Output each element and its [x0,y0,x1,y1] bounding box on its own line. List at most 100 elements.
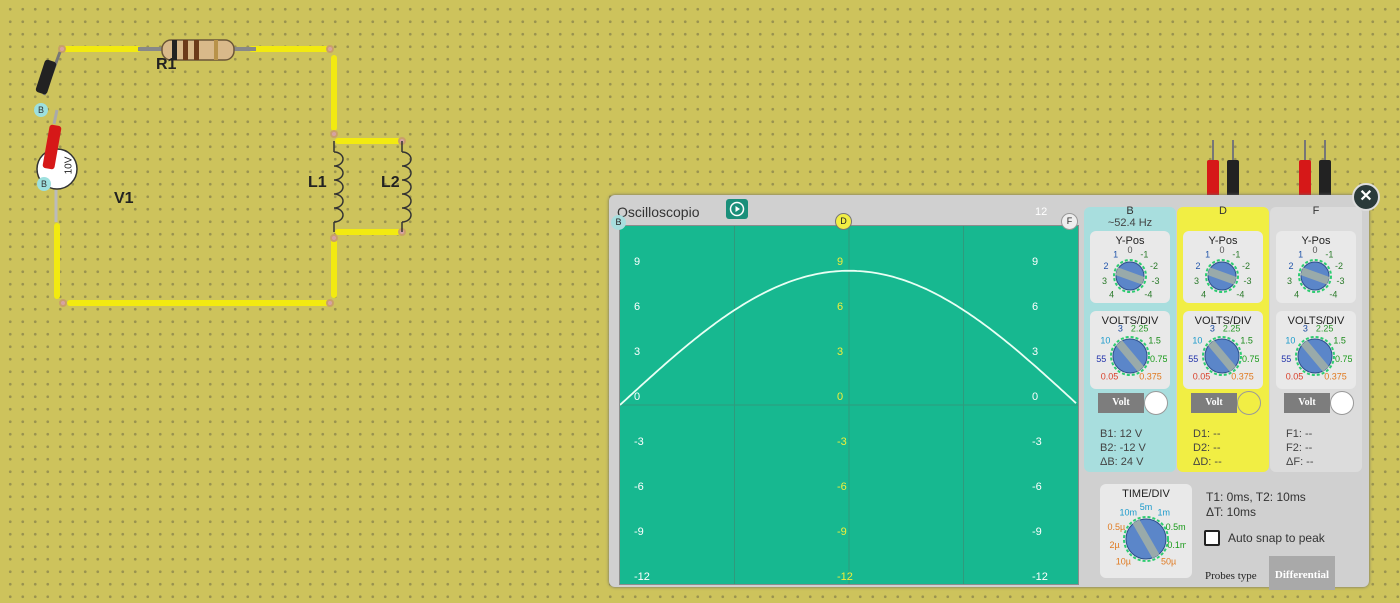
d1-value: D1: -- [1193,428,1221,440]
waveform-trace [620,269,1077,406]
svg-text:55: 55 [1188,354,1198,364]
probes-type-label: Probes type [1205,570,1257,582]
svg-text:-3: -3 [1336,276,1344,286]
svg-text:2.25: 2.25 [1316,324,1334,334]
y-tick-label: 0 [634,391,641,403]
scope-grid [620,226,1078,584]
f1-value: F1: -- [1286,428,1313,440]
y-tick-label: 9 [634,256,641,268]
svg-text:0.75: 0.75 [1150,354,1167,364]
y-tick-label: -9 [1032,526,1042,538]
y-tick-label: 3 [837,346,844,358]
scope-screen[interactable]: 9 9 9 6 6 6 3 3 3 0 0 0 -3 -3 -3 -6 -6 -6 -9 -9 -9 -12 -12 -12 [619,225,1079,585]
vdiv-knob-b[interactable]: 0.05 55 10 3 2.25 1.5 0.75 0.375 [1093,319,1167,398]
marker-d[interactable]: D [835,213,852,230]
delta-d-value: ΔD: -- [1193,456,1222,468]
delta-b-value: ΔB: 24 V [1100,456,1144,468]
auto-snap-checkbox[interactable] [1204,530,1220,546]
y-tick-label: 9 [1032,256,1039,268]
ypos-knob-f[interactable]: 4 3 2 1 0 -1 -2 -3 -4 [1281,242,1349,315]
svg-text:3: 3 [1303,324,1308,334]
svg-text:3: 3 [1194,276,1199,286]
channel-b-measurements: B1: 12 V B2: -12 V ΔB: 24 V [1100,427,1146,469]
time-div-knob[interactable]: 10µ 2µ 0.5µ 10m 5m 1m 0.5m 0.1m 50µ [1106,499,1188,584]
svg-text:0.75: 0.75 [1242,354,1259,364]
svg-text:-4: -4 [1236,289,1244,299]
svg-text:2: 2 [1288,261,1293,271]
auto-snap-option[interactable]: Auto snap to peak [1204,530,1325,546]
y-tick-label: -9 [837,526,847,538]
y-tick-label: -3 [634,436,644,448]
svg-text:0.5µ: 0.5µ [1108,522,1126,532]
f2-value: F2: -- [1286,442,1313,454]
svg-text:0.75: 0.75 [1335,354,1352,364]
svg-text:2: 2 [1103,261,1108,271]
marker-f[interactable]: F [1061,213,1078,230]
channel-d-measurements: D1: -- D2: -- ΔD: -- [1193,427,1222,469]
svg-text:3: 3 [1102,276,1107,286]
y-tick-label: -6 [837,481,847,493]
run-button[interactable] [726,199,748,219]
inductor-l1-label: L1 [308,174,327,191]
probe-b-marker-bottom[interactable]: B [37,177,51,191]
y-tick-label: -3 [837,436,847,448]
svg-text:10m: 10m [1119,507,1137,517]
svg-text:-1: -1 [1232,249,1240,259]
y-tick-label: -9 [634,526,644,538]
y-tick-label: -6 [1032,481,1042,493]
svg-text:-4: -4 [1144,289,1152,299]
svg-text:4: 4 [1294,289,1299,299]
svg-text:-2: -2 [1242,261,1250,271]
svg-text:4: 4 [1201,289,1206,299]
svg-text:0.1m: 0.1m [1167,540,1186,550]
svg-text:2.25: 2.25 [1223,324,1241,334]
svg-text:1: 1 [1205,249,1210,259]
svg-text:-1: -1 [1140,249,1148,259]
y-tick-label: 6 [634,301,641,313]
delta-f-value: ΔF: -- [1286,456,1314,468]
svg-text:3: 3 [1287,276,1292,286]
ypos-knob-d[interactable]: 4 3 2 1 0 -1 -2 -3 -4 [1188,242,1256,315]
probe-b-marker-top[interactable]: B [34,103,48,117]
b1-value: B1: 12 V [1100,428,1143,440]
svg-text:0.05: 0.05 [1286,372,1304,382]
probe-black [35,51,62,96]
svg-text:2.25: 2.25 [1131,324,1149,334]
vdiv-knob-d[interactable]: 0.05 55 10 3 2.25 1.5 0.75 0.375 [1185,319,1259,398]
svg-text:0: 0 [1127,245,1132,255]
close-icon[interactable]: ✕ [1352,183,1380,211]
svg-text:50µ: 50µ [1161,557,1176,567]
svg-text:-2: -2 [1150,261,1158,271]
svg-text:5m: 5m [1140,502,1153,512]
y-tick-label: 9 [837,256,844,268]
svg-text:-3: -3 [1243,276,1251,286]
channel-d-label: D [1219,205,1227,217]
svg-text:1.5: 1.5 [1148,336,1161,346]
svg-text:2µ: 2µ [1109,540,1119,550]
marker-b[interactable]: B [611,215,626,230]
svg-text:1.5: 1.5 [1240,336,1253,346]
svg-text:-4: -4 [1329,289,1337,299]
play-icon [729,201,745,217]
svg-text:10: 10 [1100,336,1110,346]
svg-text:0.05: 0.05 [1193,372,1211,382]
svg-text:0.5m: 0.5m [1166,522,1186,532]
svg-text:0.375: 0.375 [1231,372,1254,382]
ypos-knob-b[interactable]: 4 3 2 1 0 -1 -2 -3 -4 [1096,242,1164,315]
y-tick-label: -12 [1032,571,1048,583]
inductor-l1 [333,141,344,232]
svg-text:-2: -2 [1335,261,1343,271]
inductor-l2-label: L2 [381,174,400,191]
svg-text:55: 55 [1281,354,1291,364]
vdiv-knob-f[interactable]: 0.05 55 10 3 2.25 1.5 0.75 0.375 [1278,319,1352,398]
y-tick-label: 6 [837,301,844,313]
svg-text:-3: -3 [1151,276,1159,286]
probes-type-button[interactable]: Differential [1269,556,1335,590]
channel-f-label: F [1312,205,1320,217]
source-label: V1 [114,190,134,207]
svg-text:2: 2 [1195,261,1200,271]
y-tick-label: 0 [1032,391,1039,403]
y-max-label: 12 [1035,206,1048,218]
y-tick-label: 3 [634,346,641,358]
channel-f-measurements: F1: -- F2: -- ΔF: -- [1286,427,1314,469]
